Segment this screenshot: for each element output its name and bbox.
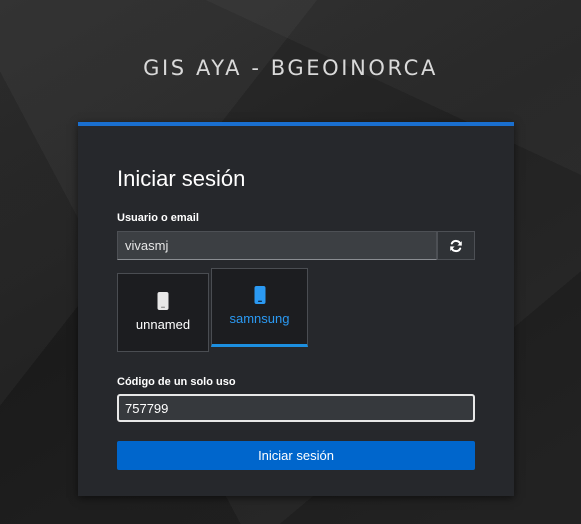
device-list: unnamed samnsung (117, 268, 477, 358)
app-title: GIS AYA - BGEOINORCA (143, 56, 438, 80)
mobile-phone-icon (254, 286, 265, 304)
submit-button[interactable]: Iniciar sesión (117, 441, 475, 470)
refresh-icon (450, 239, 462, 252)
device-label-samnsung: samnsung (229, 311, 290, 326)
login-card: Iniciar sesión Usuario o email unnamed (78, 122, 514, 496)
login-heading: Iniciar sesión (117, 166, 246, 191)
device-option-samnsung[interactable]: samnsung (211, 268, 308, 347)
device-label-unnamed: unnamed (135, 317, 191, 332)
username-label: Usuario o email (117, 212, 199, 224)
username-field[interactable] (117, 231, 437, 260)
device-option-unnamed[interactable]: unnamed (117, 273, 209, 352)
username-row (117, 231, 475, 260)
mobile-phone-icon (157, 292, 169, 310)
otp-field[interactable] (117, 394, 475, 422)
otp-label: Código de un solo uso (117, 376, 236, 388)
restart-login-button[interactable] (437, 231, 475, 260)
